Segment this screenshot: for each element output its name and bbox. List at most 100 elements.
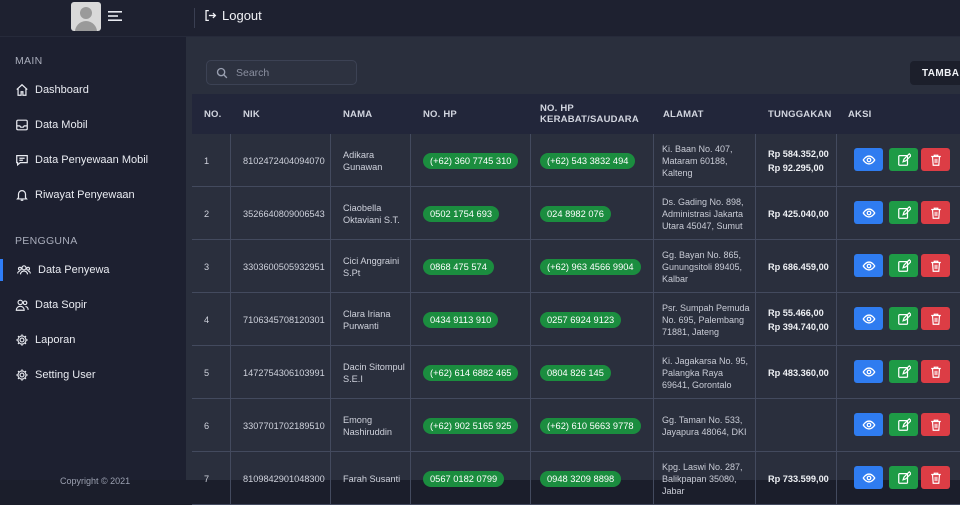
delete-button[interactable] [921,413,950,436]
sidebar-item-data-penyewaan-mobil[interactable]: Data Penyewaan Mobil [0,145,186,175]
delete-button[interactable] [921,254,950,277]
edit-button[interactable] [889,307,918,330]
view-button[interactable] [854,201,883,224]
edit-button[interactable] [889,466,918,489]
address-text-cell: Gg. Taman No. 533, Jayapura 48064, DKI [662,399,750,452]
table-row: 4 7106345708120301 Clara Iriana Purwanti 04… [192,293,960,346]
trash-icon [930,472,941,484]
arrears-amount: Rp 92.295,00 [768,162,824,173]
nik-text: 1472754306103991 [243,367,325,378]
delete-button[interactable] [921,148,950,171]
table-row: 3 3303600505932951 Cici Anggraini S.Pt 0868… [192,240,960,293]
avatar[interactable] [71,2,101,31]
sidebar-item-data-sopir[interactable]: Data Sopir [0,290,186,320]
delete-button[interactable] [921,201,950,224]
arrears-amount: Rp 483.360,00 [768,367,829,378]
menu-toggle-icon[interactable] [108,10,122,22]
sidebar-item-label: Setting User [35,369,96,381]
column-header-no-hp-kerabat: NO. HP KERABAT/SAUDARA [540,103,639,125]
column-divider [410,399,411,452]
copyright-text: Copyright © 2021 [60,476,131,486]
search-icon [216,67,228,78]
column-divider [755,134,756,187]
relative-phone-badge-cell: 0948 3209 8898 [540,452,652,505]
phone-badge: (+62) 902 5165 925 [423,417,519,434]
column-divider [530,346,531,399]
eye-icon [862,472,875,483]
view-button[interactable] [854,360,883,383]
column-divider [755,346,756,399]
column-header-nik: NIK [243,108,260,120]
delete-button[interactable] [921,360,950,383]
phone-badge-cell: 0567 0182 0799 [423,452,528,505]
delete-button[interactable] [921,466,950,489]
sidebar-item-data-penyewa[interactable]: Data Penyewa [0,255,186,285]
sidebar-item-riwayat-penyewaan[interactable]: Riwayat Penyewaan [0,180,186,210]
view-button[interactable] [854,413,883,436]
nik-text-cell: 3303600505932951 [243,240,328,293]
nik-text-cell: 1472754306103991 [243,346,328,399]
edit-button[interactable] [889,201,918,224]
phone-badge-cell: 0868 475 574 [423,240,528,293]
address-text: Gg. Taman No. 533, Jayapura 48064, DKI [662,414,747,437]
column-divider [836,187,837,240]
relative-phone-badge-cell: 0257 6924 9123 [540,293,652,346]
phone-badge-cell: 0502 1754 693 [423,187,528,240]
view-button[interactable] [854,466,883,489]
delete-button[interactable] [921,307,950,330]
sidebar-item-setting-user[interactable]: Setting User [0,360,186,390]
arrears-cell: Rp 55.466,00 Rp 394.740,00 [768,293,834,346]
view-button[interactable] [854,254,883,277]
view-button[interactable] [854,307,883,330]
edit-button[interactable] [889,148,918,171]
add-button[interactable]: TAMBAH [910,61,960,85]
arrears-cell: Rp 425.040,00 [768,187,834,240]
column-divider [410,240,411,293]
relative-phone-badge: 0804 826 145 [540,364,611,381]
column-divider [653,134,654,187]
row-number-cell: 6 [204,399,228,452]
sidebar: MAIN Dashboard Data Mobil Data Penyewaan… [0,37,186,480]
row-number: 5 [204,367,210,378]
sidebar-item-dashboard[interactable]: Dashboard [0,75,186,105]
sidebar-item-laporan[interactable]: Laporan [0,325,186,355]
row-number-cell: 1 [204,134,228,187]
edit-icon [897,364,911,378]
address-text-cell: Kpg. Laswi No. 287, Balikpapan 35080, Ja… [662,452,750,505]
table-row: 1 8102472404094070 Adikara Gunawan (+62) 36… [192,134,960,187]
edit-icon [897,258,911,272]
column-divider [330,452,331,505]
sidebar-item-label: Dashboard [35,84,89,96]
logout-button[interactable]: Logout [204,8,262,23]
users-icon [17,265,31,275]
section-label-main: MAIN [15,55,43,67]
column-header-alamat: ALAMAT [663,108,704,120]
relative-phone-badge-cell: (+62) 963 4566 9904 [540,240,652,293]
nik-text-cell: 8102472404094070 [243,134,328,187]
nik-text: 3526640809006543 [243,208,325,219]
search-box[interactable] [206,60,357,85]
row-number: 4 [204,314,210,325]
sidebar-item-label: Data Sopir [35,299,87,311]
row-number-cell: 4 [204,293,228,346]
row-number-cell: 2 [204,187,228,240]
phone-badge: 0567 0182 0799 [423,470,505,487]
name-text-cell: Adikara Gunawan [343,134,407,187]
column-divider [230,134,231,187]
phone-badge: (+62) 360 7745 310 [423,152,519,169]
column-divider [330,346,331,399]
sidebar-item-data-mobil[interactable]: Data Mobil [0,110,186,140]
name-text-cell: Farah Susanti [343,452,407,505]
phone-badge: 0434 9113 910 [423,311,499,328]
edit-button[interactable] [889,360,918,383]
view-button[interactable] [854,148,883,171]
phone-badge-cell: (+62) 902 5165 925 [423,399,528,452]
relative-phone-badge-cell: (+62) 543 3832 494 [540,134,652,187]
edit-button[interactable] [889,254,918,277]
arrears-cell: Rp 483.360,00 [768,346,834,399]
edit-button[interactable] [889,413,918,436]
arrears-cell: Rp 686.459,00 [768,240,834,293]
search-input[interactable] [236,66,346,79]
arrears-cell [768,399,834,452]
row-number: 7 [204,473,210,484]
